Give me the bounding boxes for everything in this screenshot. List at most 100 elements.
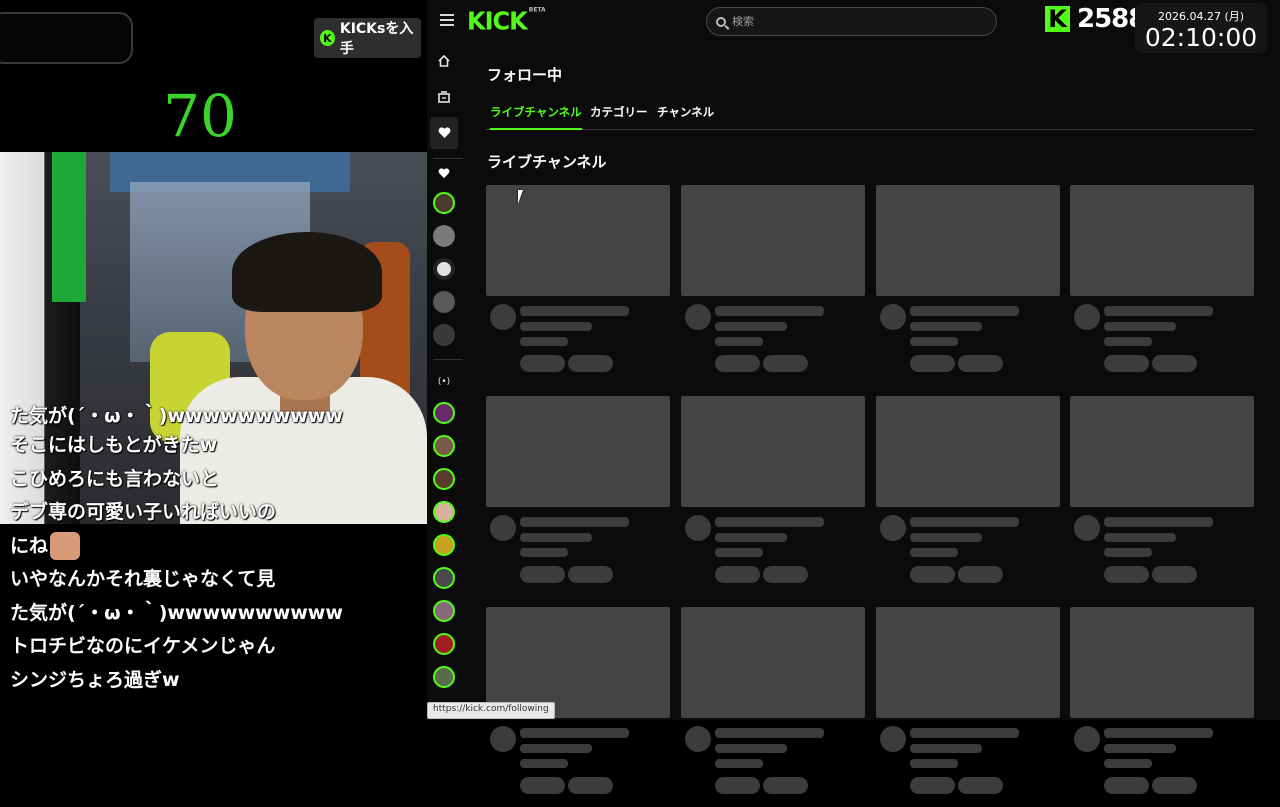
live-channel-avatar[interactable] xyxy=(433,534,455,556)
live-channel-avatar[interactable] xyxy=(433,600,455,622)
followed-channel-avatar[interactable] xyxy=(433,324,455,346)
chat-message: た気が(´・ω・｀)wwwwwwwwww xyxy=(10,405,343,427)
kick-logo-icon: K xyxy=(1045,6,1070,32)
channel-card-skeleton[interactable] xyxy=(681,396,865,596)
chat-message-text: にね xyxy=(10,534,49,557)
followed-channel-avatar[interactable] xyxy=(433,291,455,313)
following-page: フォロー中 ライブチャンネル カテゴリー チャンネル ライブチャンネル xyxy=(486,46,1266,794)
chat-message: いやなんかそれ裏じゃなくて見 xyxy=(10,568,276,590)
channel-card-skeleton[interactable] xyxy=(876,607,1060,807)
followed-channel-avatar[interactable] xyxy=(433,225,455,247)
tag-placeholder xyxy=(520,355,565,372)
category-placeholder xyxy=(715,548,763,557)
search-icon xyxy=(716,16,726,27)
category-placeholder xyxy=(910,759,958,768)
chat-message: トロチビなのにイケメンじゃん xyxy=(10,635,276,657)
kick-points-counter: K 2588 xyxy=(1045,4,1146,34)
tag-placeholder xyxy=(1152,777,1197,794)
tag-placeholder xyxy=(1152,355,1197,372)
tag-placeholder xyxy=(958,566,1003,583)
live-channel-avatar[interactable] xyxy=(433,435,455,457)
thumbnail-placeholder xyxy=(486,185,670,296)
browse-icon[interactable] xyxy=(436,89,452,105)
thumbnail-placeholder xyxy=(681,185,865,296)
channel-card-skeleton[interactable] xyxy=(876,185,1060,385)
channel-card-skeleton[interactable] xyxy=(1070,396,1254,596)
title-placeholder xyxy=(715,306,824,316)
live-channel-avatar[interactable] xyxy=(433,468,455,490)
channel-name-placeholder xyxy=(910,322,982,331)
title-placeholder xyxy=(715,728,824,738)
tag-placeholder xyxy=(910,566,955,583)
avatar-placeholder xyxy=(490,726,516,752)
title-placeholder xyxy=(520,517,629,527)
get-kicks-button[interactable]: K KICKsを入手 xyxy=(314,18,421,58)
channel-name-placeholder xyxy=(715,322,787,331)
avatar-placeholder xyxy=(685,304,711,330)
clock-overlay: 2026.04.27 (月) 02:10:00 xyxy=(1135,3,1267,53)
followed-channel-avatar[interactable] xyxy=(433,258,455,280)
title-placeholder xyxy=(715,517,824,527)
tag-placeholder xyxy=(568,566,613,583)
avatar-placeholder xyxy=(880,726,906,752)
avatar-placeholder xyxy=(685,515,711,541)
tag-placeholder xyxy=(763,777,808,794)
live-channel-avatar[interactable] xyxy=(433,567,455,589)
tag-placeholder xyxy=(958,355,1003,372)
tab-categories[interactable]: カテゴリー xyxy=(590,101,648,130)
avatar-placeholder xyxy=(880,515,906,541)
kick-browser-window: KICKBETA (•) xyxy=(427,0,1280,794)
title-placeholder xyxy=(1104,517,1213,527)
home-icon[interactable] xyxy=(436,53,452,69)
tab-channels[interactable]: チャンネル xyxy=(657,101,714,130)
title-placeholder xyxy=(520,728,629,738)
search-input[interactable] xyxy=(732,15,972,28)
emote-icon xyxy=(50,532,81,560)
category-placeholder xyxy=(910,548,958,557)
channel-card-skeleton[interactable] xyxy=(681,185,865,385)
following-heart-icon[interactable] xyxy=(436,125,452,141)
thumbnail-placeholder xyxy=(486,396,670,507)
channel-card-skeleton[interactable] xyxy=(486,396,670,596)
tab-live-channels[interactable]: ライブチャンネル xyxy=(490,101,582,130)
tag-placeholder xyxy=(568,355,613,372)
logo-beta-badge: BETA xyxy=(528,6,546,14)
tag-placeholder xyxy=(1104,777,1149,794)
thumbnail-placeholder xyxy=(876,185,1060,296)
live-channel-avatar[interactable] xyxy=(433,501,455,523)
tag-placeholder xyxy=(520,566,565,583)
live-channel-avatar[interactable] xyxy=(433,402,455,424)
thumbnail-placeholder xyxy=(876,396,1060,507)
thumbnail-placeholder xyxy=(1070,185,1254,296)
followed-channel-avatar[interactable] xyxy=(433,192,455,214)
tag-placeholder xyxy=(910,355,955,372)
kick-logo[interactable]: KICK BETA xyxy=(467,6,546,35)
channel-card-skeleton[interactable] xyxy=(1070,607,1254,807)
channel-card-skeleton[interactable] xyxy=(1070,185,1254,385)
avatar-placeholder xyxy=(880,304,906,330)
channel-card-skeleton[interactable] xyxy=(486,185,670,385)
thumbnail-placeholder xyxy=(876,607,1060,718)
heart-icon xyxy=(436,165,452,181)
live-channel-avatar[interactable] xyxy=(433,666,455,688)
channel-name-placeholder xyxy=(1104,533,1176,542)
thumbnail-placeholder xyxy=(1070,607,1254,718)
page-title: フォロー中 xyxy=(487,66,563,84)
channel-name-placeholder xyxy=(520,744,592,753)
tag-placeholder xyxy=(910,777,955,794)
title-placeholder xyxy=(1104,728,1213,738)
chat-message: こひめろにも言わないと xyxy=(10,467,220,490)
live-channel-avatar[interactable] xyxy=(433,633,455,655)
hamburger-menu-icon[interactable] xyxy=(440,14,454,26)
thumbnail-placeholder xyxy=(1070,396,1254,507)
channel-name-placeholder xyxy=(520,322,592,331)
get-kicks-label: KICKsを入手 xyxy=(339,21,414,57)
channel-card-skeleton[interactable] xyxy=(681,607,865,807)
channel-card-skeleton[interactable] xyxy=(876,396,1060,596)
chat-message: た気が(´・ω・｀)wwwwwwwwww xyxy=(10,601,343,624)
avatar-placeholder xyxy=(1074,515,1100,541)
search-bar[interactable] xyxy=(706,7,997,36)
clock-date: 2026.04.27 (月) xyxy=(1157,10,1245,23)
overlay-counter: 70 xyxy=(163,82,237,150)
title-placeholder xyxy=(910,728,1019,738)
